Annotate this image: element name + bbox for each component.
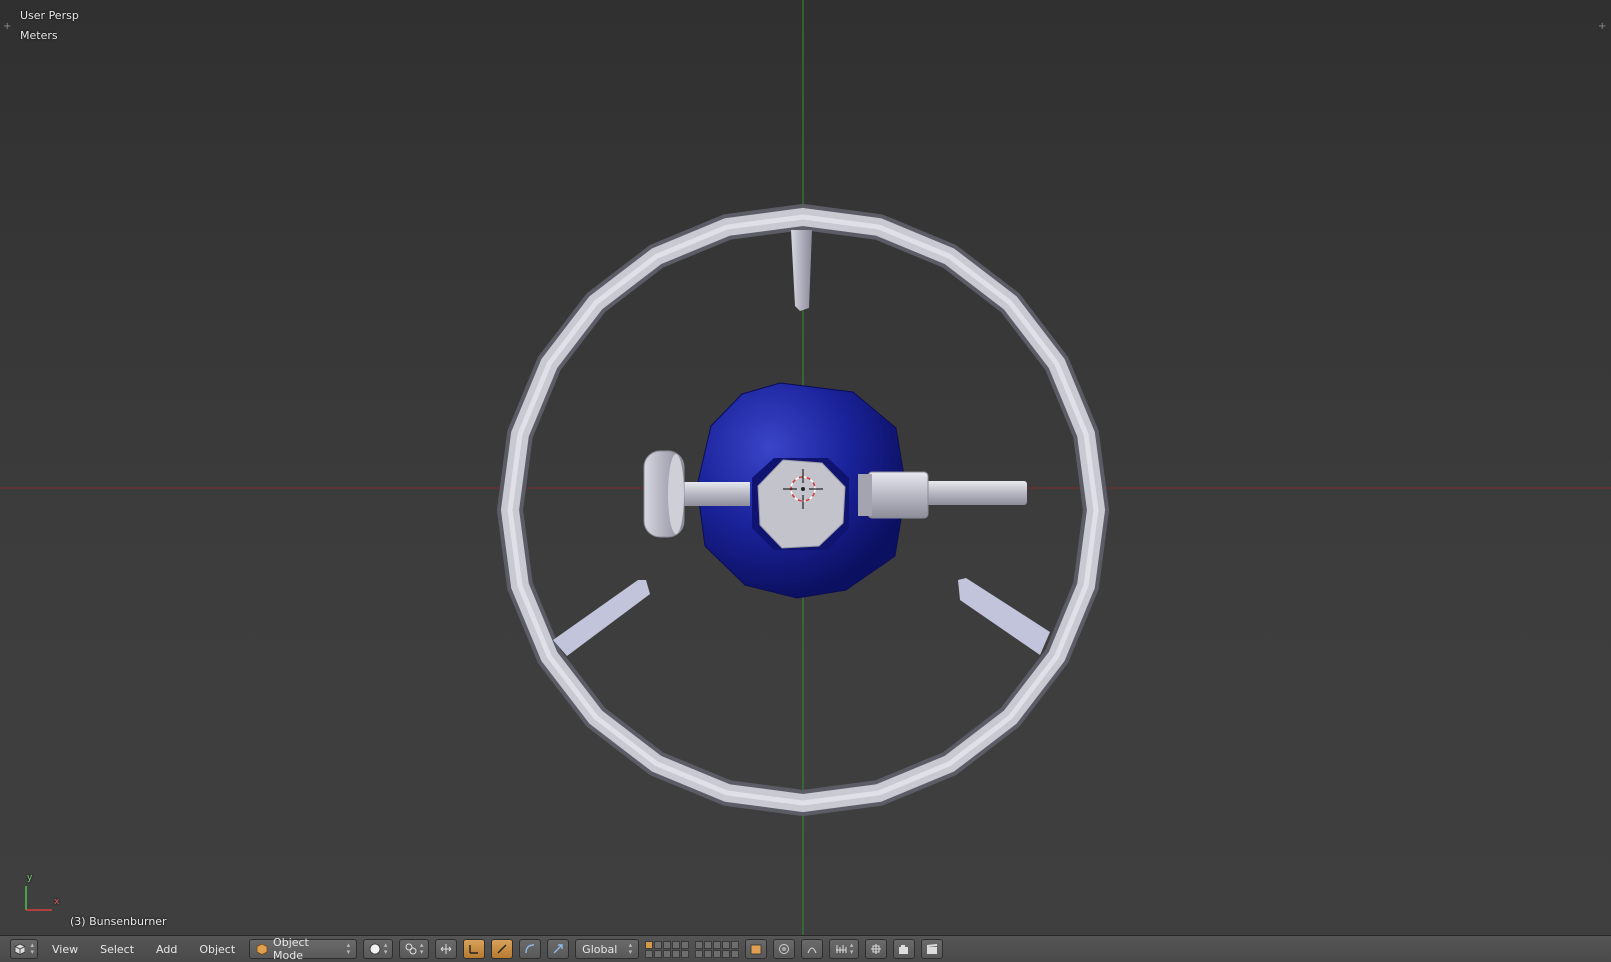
pivot-icon [405,943,417,955]
layers-group-1[interactable] [645,939,690,959]
layer-button[interactable] [645,940,654,949]
proportional-edit-button[interactable] [773,939,796,959]
render-animation-button[interactable] [921,939,944,959]
scale-icon [525,944,535,954]
layer-button[interactable] [672,940,681,949]
camera-icon [899,945,909,954]
layer-button[interactable] [704,949,713,958]
3d-view-icon [14,943,26,955]
falloff-button[interactable] [801,939,824,959]
updown-arrows-icon: ▴ ▾ [30,941,34,956]
left-prong [553,580,650,656]
arrow-diagonal-icon [553,944,563,954]
snap-target-icon [871,944,882,954]
orientation-label: Global [582,942,618,956]
3d-viewport[interactable]: User Persp Meters y x (3) Bunsenburner +… [0,0,1611,935]
snap-element-selector[interactable]: ▴ ▾ [829,939,860,959]
falloff-curve-icon [807,947,817,954]
updown-arrows-icon: ▴ ▾ [419,941,424,956]
proportional-circle-icon [779,944,790,954]
layers-group-2[interactable] [695,939,740,959]
transform-orientation-selector[interactable]: Global ▴ ▾ [575,939,640,959]
snap-target-button[interactable] [865,939,888,959]
layer-button[interactable] [713,940,722,949]
translate-manipulator-button[interactable] [463,939,486,959]
layer-button[interactable] [704,940,713,949]
layer-button[interactable] [722,949,731,958]
layer-button[interactable] [695,940,704,949]
rotate-manipulator-button[interactable] [491,939,514,959]
menu-view[interactable]: View [44,939,86,959]
left-knob-face [668,454,684,534]
extra-manipulator-button[interactable] [547,939,570,959]
layer-button[interactable] [713,949,722,958]
layer-button[interactable] [722,940,731,949]
active-object-label: (3) Bunsenburner [70,915,167,928]
manipulator-toggle-button[interactable] [435,939,458,959]
scale-manipulator-button[interactable] [519,939,542,959]
layer-button[interactable] [731,940,740,949]
object-mode-cube-icon [256,943,268,955]
region-split-handle-right[interactable]: + [1598,21,1606,32]
transform-arrows-icon [440,944,452,954]
right-collar-edge [858,474,872,516]
layer-button[interactable] [681,940,690,949]
right-collar[interactable] [867,471,929,519]
clapperboard-icon [927,944,938,954]
view-name-label: User Persp [20,9,79,22]
updown-arrows-icon: ▴ ▾ [346,941,351,956]
layer-button[interactable] [663,940,672,949]
gizmo-y-label: y [27,873,33,883]
viewport-shading-selector[interactable]: ▴ ▾ [363,939,394,959]
menu-add[interactable]: Add [148,939,185,959]
updown-arrows-icon: ▴ ▾ [849,941,854,956]
updown-arrows-icon: ▴ ▾ [628,941,633,956]
layer-button[interactable] [654,949,663,958]
units-label: Meters [20,29,58,42]
view-axis-gizmo [25,886,52,911]
layer-button[interactable] [681,949,690,958]
right-prong [958,578,1050,655]
gizmo-x-label: x [54,897,60,907]
scene-layers-icon [750,944,762,955]
scene-canvas[interactable] [0,0,1611,935]
mode-label: Object Mode [273,936,309,962]
right-rod [925,481,1027,505]
layer-button[interactable] [663,949,672,958]
layer-button[interactable] [654,940,663,949]
pivot-point-selector[interactable]: ▴ ▾ [399,939,430,959]
menu-select[interactable]: Select [92,939,142,959]
layer-button[interactable] [695,949,704,958]
solid-shading-sphere-icon [369,943,381,955]
mode-selector[interactable]: Object Mode ▴ ▾ [249,936,358,962]
render-opengl-button[interactable] [893,939,916,959]
region-split-handle-left[interactable]: + [3,21,11,32]
rotate-icon [497,944,507,954]
top-prong [791,230,812,311]
3d-view-header: ▴ ▾ View Select Add Object Object Mode ▴ ▾… [0,935,1611,962]
menu-object[interactable]: Object [191,939,243,959]
snap-increment-icon [835,945,847,953]
lock-camera-button[interactable] [745,939,768,959]
editor-type-button[interactable]: ▴ ▾ [10,939,38,959]
layer-button[interactable] [672,949,681,958]
layer-button[interactable] [645,949,654,958]
layer-button[interactable] [731,949,740,958]
translate-icon [469,945,479,954]
updown-arrows-icon: ▴ ▾ [383,941,388,956]
